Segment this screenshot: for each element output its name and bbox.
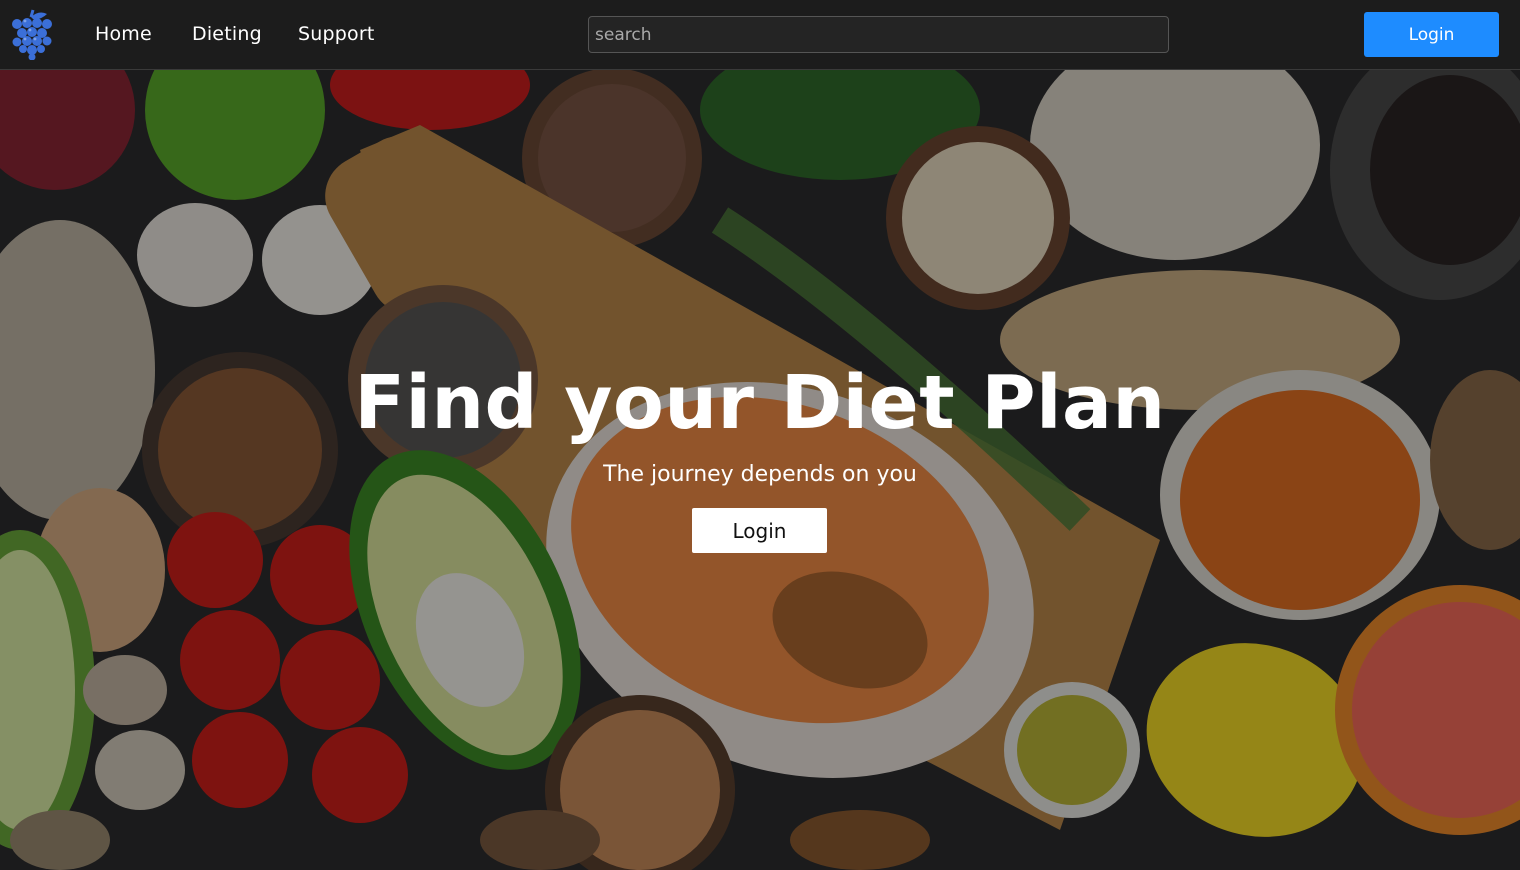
nav-support[interactable]: Support: [298, 22, 375, 46]
navbar-login-button[interactable]: Login: [1364, 12, 1499, 57]
search-input[interactable]: [588, 16, 1169, 53]
navbar: Home Dieting Support Login: [0, 0, 1520, 70]
nav-home[interactable]: Home: [95, 22, 152, 46]
hero-title: Find your Diet Plan: [354, 360, 1166, 446]
hero-subtitle: The journey depends on you: [603, 462, 917, 487]
nav-dieting[interactable]: Dieting: [192, 22, 262, 46]
grapes-icon[interactable]: [9, 8, 55, 60]
hero-login-button[interactable]: Login: [692, 508, 827, 553]
hero-section: Find your Diet Plan The journey depends …: [0, 70, 1520, 870]
